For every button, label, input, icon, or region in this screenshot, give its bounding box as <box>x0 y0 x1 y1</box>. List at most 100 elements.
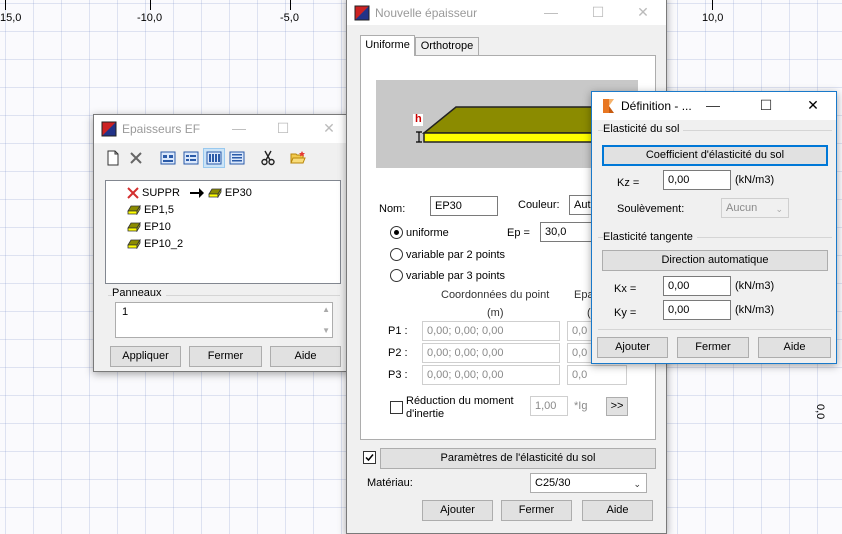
reduction-label-line1: Réduction du moment <box>406 395 514 407</box>
nouvelle-titlebar[interactable]: Nouvelle épaisseur — ☐ ✕ <box>347 0 666 25</box>
help-button[interactable]: Aide <box>758 337 831 358</box>
scroll-down-icon[interactable]: ▼ <box>322 326 330 335</box>
app-icon <box>603 99 614 113</box>
close-button[interactable]: ✕ <box>628 0 658 27</box>
maximize-button[interactable]: ☐ <box>268 115 298 143</box>
maximize-button[interactable]: ☐ <box>583 0 613 27</box>
group-divider <box>598 329 832 330</box>
chevron-down-icon: ⌄ <box>775 204 783 214</box>
app-icon <box>101 121 117 137</box>
soulevement-value: Aucun <box>726 202 758 214</box>
ruler-label: -5,0 <box>280 12 299 24</box>
delete-x-icon <box>127 187 139 199</box>
reduction-checkbox[interactable] <box>390 401 403 414</box>
help-button[interactable]: Aide <box>270 346 341 367</box>
window-title: Définition - ... <box>621 99 692 113</box>
close-dialog-button[interactable]: Fermer <box>677 337 749 358</box>
panneaux-textarea[interactable]: 1 ▲ ▼ <box>115 302 333 338</box>
point-label-p3: P3 : <box>388 369 408 381</box>
ruler-tick <box>5 0 6 10</box>
checkmark-icon <box>365 454 374 462</box>
delete-icon[interactable] <box>128 150 144 166</box>
close-dialog-button[interactable]: Fermer <box>189 346 262 367</box>
view-list-button[interactable] <box>203 148 225 168</box>
soulevement-select[interactable]: Aucun ⌄ <box>721 198 789 218</box>
minimize-button[interactable]: — <box>536 0 566 27</box>
ruler-label: 15,0 <box>0 12 22 24</box>
new-document-icon[interactable] <box>105 150 121 166</box>
ky-unit: (kN/m3) <box>735 304 775 316</box>
tree-item-ep1-5[interactable]: EP1,5 <box>127 202 174 218</box>
arrow-right-icon <box>189 188 204 198</box>
materiau-select[interactable]: C25/30 ⌄ <box>530 473 647 493</box>
elasticite-checkbox[interactable] <box>363 451 376 464</box>
point-coords-p1[interactable]: 0,00; 0,00; 0,00 <box>422 321 560 341</box>
view-small-icon[interactable] <box>183 150 199 166</box>
plate-icon <box>127 239 141 249</box>
minimize-button[interactable]: — <box>224 115 254 143</box>
open-folder-icon[interactable] <box>290 150 306 166</box>
tab-uniforme[interactable]: Uniforme <box>360 35 415 56</box>
ruler-label: 10,0 <box>702 12 724 24</box>
ruler-tick <box>290 0 291 10</box>
tree-item-label: EP10 <box>144 221 171 233</box>
ep-label: Ep = <box>507 227 530 239</box>
reduction-input[interactable]: 1,00 <box>530 396 568 416</box>
tab-label: Uniforme <box>365 39 410 51</box>
coefficient-elasticite-button[interactable]: Coefficient d'élasticité du sol <box>602 145 828 166</box>
kz-input[interactable]: 0,00 <box>663 170 731 190</box>
kz-unit: (kN/m3) <box>735 174 775 186</box>
radio-variable-3-label[interactable]: variable par 3 points <box>406 270 505 282</box>
ky-label: Ky = <box>614 307 637 319</box>
elasticite-tangente-group-label: Elasticité tangente <box>603 231 697 243</box>
view-list-icon <box>206 151 222 165</box>
direction-automatique-button[interactable]: Direction automatique <box>602 250 828 271</box>
tree-item-suppr[interactable]: SUPPR EP30 <box>127 185 252 201</box>
close-button[interactable]: ✕ <box>314 115 344 143</box>
radio-variable-3[interactable] <box>390 269 403 282</box>
coords-header: Coordonnées du point <box>441 289 550 301</box>
close-button[interactable]: ✕ <box>798 92 828 120</box>
maximize-button[interactable]: ☐ <box>751 92 781 120</box>
scroll-up-icon[interactable]: ▲ <box>322 305 330 314</box>
ky-input[interactable]: 0,00 <box>663 300 731 320</box>
materiau-value: C25/30 <box>535 477 571 489</box>
window-title: Nouvelle épaisseur <box>375 6 478 20</box>
view-details-icon[interactable] <box>229 150 245 166</box>
window-title: Epaisseurs EF <box>122 122 201 136</box>
elasticite-parameters-button[interactable]: Paramètres de l'élasticité du sol <box>380 448 656 469</box>
nom-input[interactable]: EP30 <box>430 196 498 216</box>
more-button[interactable]: >> <box>606 397 628 416</box>
minimize-button[interactable]: — <box>698 92 728 120</box>
scissors-icon[interactable] <box>260 150 276 166</box>
tree-item-ep10-2[interactable]: EP10_2 <box>127 236 183 252</box>
tree-item-ep10[interactable]: EP10 <box>127 219 171 235</box>
tree-item-label: EP10_2 <box>144 238 184 250</box>
materiau-label: Matériau: <box>367 477 413 489</box>
ruler-tick <box>150 0 151 10</box>
epaisseurs-window: Epaisseurs EF — ☐ ✕ SUPPR EP30 EP1,5 EP1… <box>93 114 349 372</box>
point-coords-p2[interactable]: 0,00; 0,00; 0,00 <box>422 343 560 363</box>
point-label-p1: P1 : <box>388 325 408 337</box>
radio-uniforme-label[interactable]: uniforme <box>406 227 449 239</box>
help-button[interactable]: Aide <box>582 500 653 521</box>
tree-item-target-label: EP30 <box>224 187 252 199</box>
app-icon <box>354 5 370 21</box>
radio-uniforme[interactable] <box>390 226 403 239</box>
epaisseurs-titlebar[interactable]: Epaisseurs EF — ☐ ✕ <box>94 115 348 143</box>
add-button[interactable]: Ajouter <box>597 337 668 358</box>
coords-unit: (m) <box>487 307 504 319</box>
point-coords-p3[interactable]: 0,00; 0,00; 0,00 <box>422 365 560 385</box>
kx-input[interactable]: 0,00 <box>663 276 731 296</box>
definition-titlebar[interactable]: Définition - ... — ☐ ✕ <box>592 92 836 120</box>
kx-unit: (kN/m3) <box>735 280 775 292</box>
close-dialog-button[interactable]: Fermer <box>501 500 572 521</box>
radio-variable-2-label[interactable]: variable par 2 points <box>406 249 505 261</box>
tab-orthotrope[interactable]: Orthotrope <box>415 37 479 56</box>
point-ep-p3[interactable]: 0,0 <box>567 365 627 385</box>
thickness-tree[interactable]: SUPPR EP30 EP1,5 EP10 EP10_2 <box>105 180 341 284</box>
apply-button[interactable]: Appliquer <box>110 346 181 367</box>
add-button[interactable]: Ajouter <box>422 500 493 521</box>
view-large-icon[interactable] <box>160 150 176 166</box>
radio-variable-2[interactable] <box>390 248 403 261</box>
